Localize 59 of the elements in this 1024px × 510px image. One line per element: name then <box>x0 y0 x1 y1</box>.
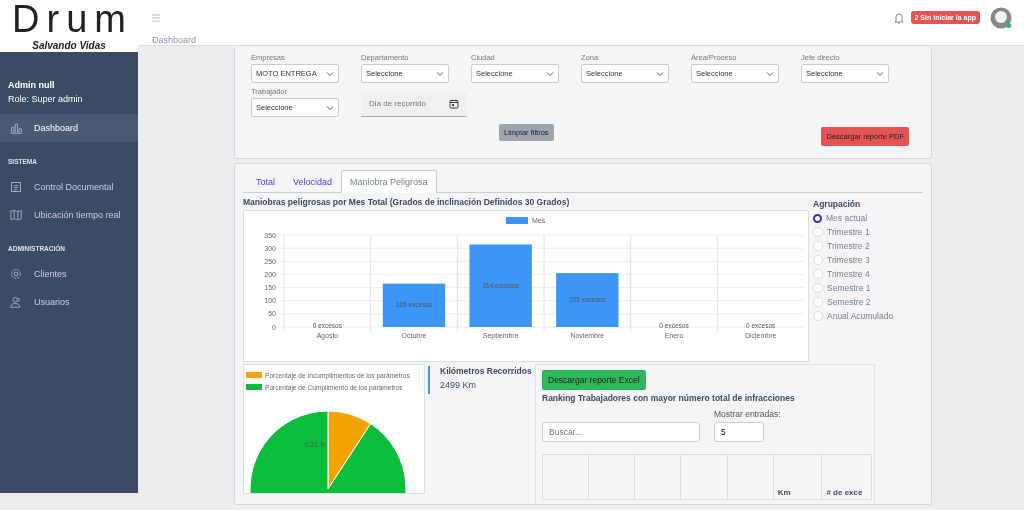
chevron-down-icon <box>876 70 884 77</box>
menu-icon[interactable] <box>152 13 160 22</box>
table-header-cell <box>727 454 774 500</box>
calendar-icon <box>449 98 459 109</box>
download-excel-button[interactable]: Descargar reporte Excel <box>542 370 646 390</box>
tab[interactable]: Velocidad <box>284 170 342 193</box>
legend-swatch <box>506 217 528 224</box>
avatar-icon[interactable] <box>990 6 1012 29</box>
legend-swatch <box>246 372 262 378</box>
table-header-cell <box>634 454 681 500</box>
radio-label: Trimestre 4 <box>827 269 870 279</box>
logo-title: Drum <box>12 0 133 38</box>
legend-swatch <box>246 384 262 390</box>
radio-label: Trimestre 2 <box>827 241 870 251</box>
settings-icon <box>10 268 22 280</box>
km-value: 2499 Km <box>440 380 478 390</box>
radio-button[interactable] <box>813 213 822 223</box>
logo-tagline: Salvando Vidas <box>32 40 106 51</box>
radio-label: Semestre 1 <box>827 283 871 293</box>
table-header-cell <box>588 454 635 500</box>
entries-field[interactable]: 5 <box>714 422 764 442</box>
entries-label: Mostrar entradas: <box>714 409 781 419</box>
map-icon <box>10 209 22 221</box>
tab[interactable]: Total <box>247 170 284 193</box>
radio-label: Mes actual <box>826 213 868 223</box>
document-icon <box>10 181 22 193</box>
chart-title: Maniobras peligrosas por Mes Total (Grados de inclinación Definidos 30 Grados) <box>243 197 571 207</box>
radio-label: Anual Acumulado <box>827 311 894 321</box>
radio-label: Semestre 2 <box>827 297 871 307</box>
radio-label: Trimestre 1 <box>827 227 870 237</box>
radio-label: Trimestre 3 <box>827 255 870 265</box>
ranking-title: Ranking Trabajadores con mayor número total de infracciones <box>542 393 796 403</box>
sidebar-item[interactable]: Usuarios <box>0 288 138 316</box>
chevron-down-icon <box>546 70 554 77</box>
sidebar-item[interactable]: Ubicación tiempo real <box>0 201 138 229</box>
chevron-down-icon <box>326 104 334 111</box>
chart-icon <box>10 122 22 134</box>
sidebar-item[interactable]: Control Documental <box>0 173 138 201</box>
table-header-cell: Km <box>773 454 822 500</box>
sidebar-item[interactable]: Dashboard <box>0 114 138 142</box>
km-label: Kilómetros Recorridos <box>440 366 532 376</box>
sidebar-item[interactable]: Clientes <box>0 260 138 288</box>
user-role: Role: Super admin <box>8 93 84 106</box>
bell-icon[interactable] <box>892 11 905 24</box>
tab[interactable]: Maniobra Peligrosa <box>341 170 437 193</box>
chevron-down-icon <box>656 70 664 77</box>
table-header-cell <box>542 454 589 500</box>
table-header-cell <box>680 454 728 500</box>
chevron-down-icon <box>326 70 334 77</box>
users-icon <box>10 296 22 308</box>
table-header-cell: # de exce <box>821 454 872 500</box>
user-name: Admin null <box>8 79 56 92</box>
bar <box>382 283 446 327</box>
bar <box>556 273 619 327</box>
search-field[interactable]: Buscar... <box>542 422 700 442</box>
grouping-title: Agrupación <box>813 199 862 209</box>
chevron-down-icon <box>766 70 774 77</box>
date-field[interactable]: Dia de recorrido <box>361 91 467 117</box>
chevron-down-icon <box>436 70 444 77</box>
